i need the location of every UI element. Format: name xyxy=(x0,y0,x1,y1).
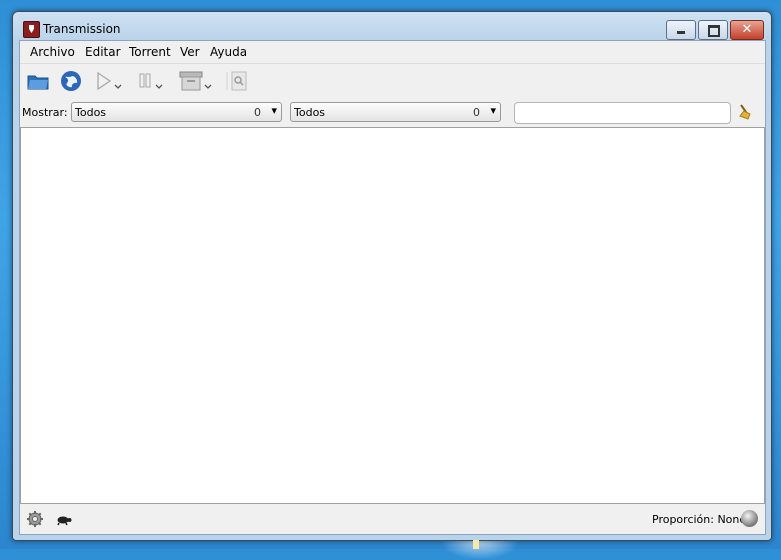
maximize-button[interactable] xyxy=(698,20,728,40)
clear-filter-icon[interactable] xyxy=(737,103,755,121)
minimize-button[interactable] xyxy=(666,20,696,40)
tracker-filter-count: 0 xyxy=(473,106,480,119)
ratio-toggle-icon[interactable] xyxy=(741,510,758,527)
window-title: Transmission xyxy=(43,22,121,36)
minimize-icon xyxy=(677,31,685,34)
chevron-down-icon: ▾ xyxy=(490,104,496,117)
activity-filter-count: 0 xyxy=(254,106,261,119)
tracker-filter-value: Todos xyxy=(294,106,326,119)
transmission-window: Transmission ✕ Archivo Editar Torrent Ve… xyxy=(12,11,772,541)
activity-filter-select[interactable]: Todos 0 ▾ xyxy=(71,102,282,122)
ratio-label: Proporción: None xyxy=(652,513,747,526)
close-button[interactable]: ✕ xyxy=(730,20,764,40)
filter-bar: Mostrar: Todos 0 ▾ Todos 0 ▾ xyxy=(20,98,765,126)
globe-icon[interactable] xyxy=(59,69,83,93)
play-icon[interactable] xyxy=(92,69,122,93)
activity-filter-value: Todos xyxy=(75,106,107,119)
menu-ayuda[interactable]: Ayuda xyxy=(210,45,247,59)
gear-icon[interactable] xyxy=(26,510,44,528)
menu-editar[interactable]: Editar xyxy=(85,45,121,59)
turtle-icon[interactable] xyxy=(56,512,72,526)
properties-icon[interactable] xyxy=(225,69,249,93)
menu-archivo[interactable]: Archivo xyxy=(30,45,75,59)
open-folder-icon[interactable] xyxy=(26,69,50,93)
transmission-app-icon[interactable] xyxy=(23,21,40,38)
window-client-area: Archivo Editar Torrent Ver Ayuda Mostrar… xyxy=(19,40,766,535)
close-icon: ✕ xyxy=(741,22,753,37)
menu-torrent[interactable]: Torrent xyxy=(129,45,171,59)
taskbar-indicator xyxy=(473,540,479,549)
show-label: Mostrar: xyxy=(22,106,68,119)
torrent-list[interactable] xyxy=(20,127,765,504)
remove-icon[interactable] xyxy=(176,69,212,93)
search-input[interactable] xyxy=(514,102,731,124)
menu-ver[interactable]: Ver xyxy=(180,45,200,59)
toolbar xyxy=(20,63,765,99)
title-bar[interactable]: Transmission ✕ xyxy=(13,12,771,40)
menu-bar: Archivo Editar Torrent Ver Ayuda xyxy=(20,41,765,63)
status-bar: Proporción: None xyxy=(20,504,765,534)
maximize-icon xyxy=(708,25,720,37)
tracker-filter-select[interactable]: Todos 0 ▾ xyxy=(290,102,501,122)
pause-icon[interactable] xyxy=(135,69,163,93)
chevron-down-icon: ▾ xyxy=(271,104,277,117)
